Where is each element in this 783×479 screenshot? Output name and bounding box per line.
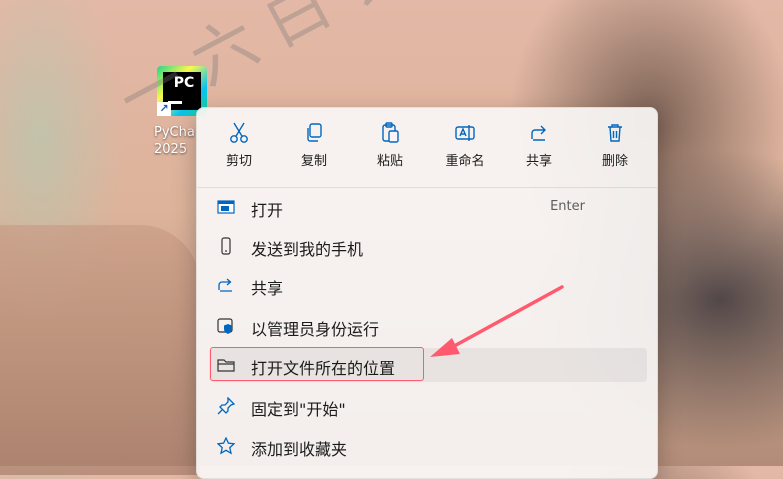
menu-item-label: 发送到我的手机 <box>251 240 364 259</box>
paste-button[interactable]: 粘贴 <box>360 120 420 174</box>
background-rock <box>0 225 200 475</box>
menu-item-add-to-favorites[interactable]: 添加到收藏夹 <box>209 429 647 463</box>
share-button[interactable]: 共享 <box>509 120 569 174</box>
menu-item-send-to-phone[interactable]: 发送到我的手机 <box>209 229 647 263</box>
menu-item-label: 打开 <box>251 201 284 220</box>
copy-label: 复制 <box>300 154 327 169</box>
share-icon <box>531 125 546 141</box>
rename-button[interactable]: 重命名 <box>435 120 495 174</box>
phone-icon <box>221 237 231 255</box>
menu-item-run-as-admin[interactable]: 以管理员身份运行 <box>209 309 647 343</box>
share-icon <box>218 278 232 292</box>
copy-button[interactable]: 复制 <box>284 120 344 174</box>
delete-label: 删除 <box>601 154 628 169</box>
open-window-icon <box>217 200 235 214</box>
scissors-icon <box>230 122 248 143</box>
share-label: 共享 <box>525 154 552 169</box>
annotation-highlight-box <box>210 347 424 381</box>
rename-label: 重命名 <box>445 154 485 169</box>
shortcut-hint: Enter <box>550 199 585 214</box>
delete-button[interactable]: 删除 <box>585 120 645 174</box>
paste-label: 粘贴 <box>376 154 403 169</box>
shield-icon <box>217 318 233 334</box>
trash-icon <box>608 124 622 142</box>
menu-item-label: 添加到收藏夹 <box>251 440 348 459</box>
rename-icon <box>455 125 475 141</box>
menu-item-open[interactable]: 打开 Enter <box>209 190 647 224</box>
context-menu: 剪切 复制 粘贴 重命名 共享 删除 打开 Enter 发送到我的手机 共享 以… <box>196 107 658 479</box>
menu-item-label: 固定到"开始" <box>251 400 346 419</box>
shortcut-arrow-icon: ↗ <box>157 102 171 116</box>
copy-icon <box>307 123 322 142</box>
menu-item-label: 以管理员身份运行 <box>251 320 380 339</box>
paste-icon <box>382 122 399 143</box>
menu-item-label: 共享 <box>251 279 284 298</box>
cut-button[interactable]: 剪切 <box>209 120 269 174</box>
pin-icon <box>217 397 235 415</box>
menu-separator <box>197 187 657 188</box>
menu-item-share[interactable]: 共享 <box>209 268 647 302</box>
quick-action-bar: 剪切 复制 粘贴 重命名 共享 删除 <box>197 120 657 178</box>
desktop-icon-label-1: PyCha <box>154 125 195 140</box>
cut-label: 剪切 <box>225 154 252 169</box>
star-icon <box>217 437 235 455</box>
desktop-icon-label-2: 2025 <box>154 142 188 157</box>
menu-item-pin-to-start[interactable]: 固定到"开始" <box>209 389 647 423</box>
